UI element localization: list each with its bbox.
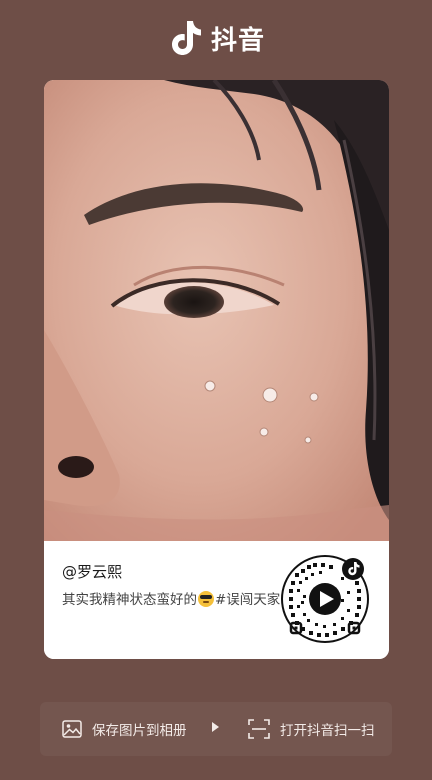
post-description: 其实我精神状态蛮好的 #误闯天家 xyxy=(62,589,292,611)
post-caption: @罗云熙 其实我精神状态蛮好的 #误闯天家 xyxy=(44,541,389,659)
image-icon xyxy=(62,720,82,738)
app-name: 抖音 xyxy=(210,25,265,56)
face-closeup-image xyxy=(44,80,389,541)
app-header: 抖音 xyxy=(0,16,432,60)
tiktok-note-icon xyxy=(171,21,201,55)
save-image-label: 保存图片到相册 xyxy=(92,723,187,739)
sunglasses-emoji-icon xyxy=(198,591,214,607)
share-card: @罗云熙 其实我精神状态蛮好的 #误闯天家 xyxy=(44,80,389,659)
post-photo xyxy=(44,80,389,541)
play-triangle-icon xyxy=(212,722,219,732)
open-scan-label: 打开抖音扫一扫 xyxy=(280,723,375,739)
scan-icon xyxy=(248,719,270,739)
action-bar: 保存图片到相册 打开抖音扫一扫 xyxy=(40,702,392,756)
open-scan-button[interactable]: 打开抖音扫一扫 xyxy=(248,702,375,756)
qr-code-icon[interactable] xyxy=(281,555,369,643)
author-name: @罗云熙 xyxy=(62,563,123,581)
description-text: 其实我精神状态蛮好的 xyxy=(62,592,197,608)
save-image-button[interactable]: 保存图片到相册 xyxy=(62,702,187,756)
description-hashtag: #误闯天家 xyxy=(215,592,281,608)
